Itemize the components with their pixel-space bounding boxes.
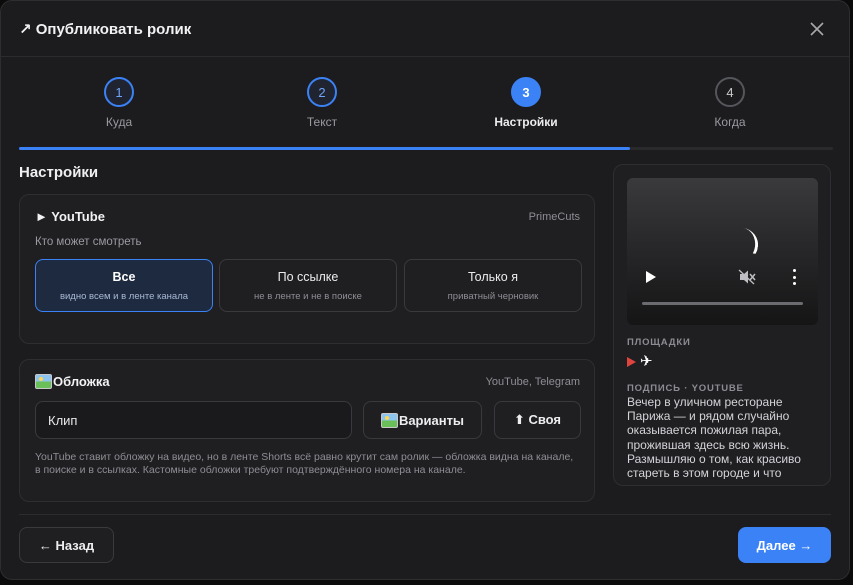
visibility-option-unlisted[interactable]: По ссылке не в ленте и не в поиске (219, 259, 397, 312)
preview-panel: ПЛОЩАДКИ ✈ ПОДПИСЬ · YOUTUBE Вечер в ули… (613, 164, 831, 486)
section-title: Настройки (19, 164, 99, 181)
platform-icons: ✈ (627, 354, 653, 369)
option-subtitle: приватный черновик (447, 290, 539, 302)
step-number: 2 (307, 77, 337, 107)
youtube-heading: ► YouTube (35, 209, 105, 224)
picture-icon (380, 412, 398, 428)
step-label: Когда (714, 115, 746, 129)
step-kuda[interactable]: 1 Куда (59, 77, 179, 129)
upload-own-button[interactable]: ⬆ Своя (494, 401, 581, 439)
caption-label: ПОДПИСЬ · YOUTUBE (627, 383, 744, 394)
youtube-icon (627, 356, 636, 367)
option-subtitle: видно всем и в ленте канала (59, 290, 189, 302)
mute-icon-glyph (738, 269, 756, 285)
close-icon-glyph (810, 22, 824, 36)
more-options-icon[interactable] (791, 269, 797, 285)
footer-divider (19, 514, 831, 515)
option-title: Только я (468, 269, 518, 284)
variants-button[interactable]: Варианты (363, 401, 482, 439)
step-label: Текст (306, 115, 338, 129)
step-kogda[interactable]: 4 Когда (670, 77, 790, 129)
close-icon[interactable] (807, 19, 827, 39)
cover-heading: Обложка (53, 374, 110, 389)
variants-label: Варианты (398, 412, 465, 428)
step-number: 4 (715, 77, 745, 107)
progress-fill (19, 147, 630, 150)
next-button[interactable]: Далее → (738, 527, 831, 563)
picture-icon (35, 374, 52, 389)
play-icon[interactable] (646, 271, 656, 283)
caption-text: Вечер в уличном ресторане Парижа — и ряд… (627, 395, 801, 479)
option-title: Все (112, 269, 136, 284)
cover-card: Обложка YouTube, Telegram Клип Варианты … (19, 359, 595, 502)
publish-dialog: ↗ Опубликовать ролик 1 Куда 2 Текст 3 На… (0, 0, 850, 580)
visibility-label: Кто может смотреть (35, 236, 142, 248)
step-number: 1 (104, 77, 134, 107)
step-nastroyki[interactable]: 3 Настройки (466, 77, 586, 129)
cover-platforms: YouTube, Telegram (485, 376, 580, 388)
cover-text-input[interactable]: Клип (35, 401, 352, 439)
loading-spinner-icon (738, 228, 761, 264)
upload-own-label: ⬆ Своя (513, 412, 562, 427)
step-tekst[interactable]: 2 Текст (262, 77, 382, 129)
step-label: Куда (105, 115, 133, 129)
channel-name: PrimeCuts (528, 211, 580, 223)
option-subtitle: не в ленте и не в поиске (254, 290, 362, 302)
progress-track (19, 147, 833, 150)
visibility-option-public[interactable]: Все видно всем и в ленте канала (35, 259, 213, 312)
telegram-icon: ✈ (640, 353, 653, 370)
option-title: По ссылке (277, 269, 339, 284)
step-label: Настройки (494, 115, 558, 129)
visibility-option-private[interactable]: Только я приватный черновик (404, 259, 582, 312)
video-scrubber[interactable] (642, 302, 803, 305)
cover-note: YouTube ставит обложку на видео, но в ле… (35, 451, 574, 476)
stepper: 1 Куда 2 Текст 3 Настройки 4 Когда (19, 65, 833, 155)
dialog-title: ↗ Опубликовать ролик (19, 20, 192, 38)
mute-icon[interactable] (738, 269, 756, 285)
platforms-label: ПЛОЩАДКИ (627, 337, 691, 348)
step-number: 3 (511, 77, 541, 107)
youtube-settings-card: ► YouTube PrimeCuts Кто может смотреть В… (19, 194, 595, 344)
back-button[interactable]: ← Назад (19, 527, 114, 563)
cover-heading-wrap: Обложка (35, 374, 110, 389)
video-preview[interactable] (627, 178, 818, 325)
dialog-header: ↗ Опубликовать ролик (1, 1, 849, 57)
